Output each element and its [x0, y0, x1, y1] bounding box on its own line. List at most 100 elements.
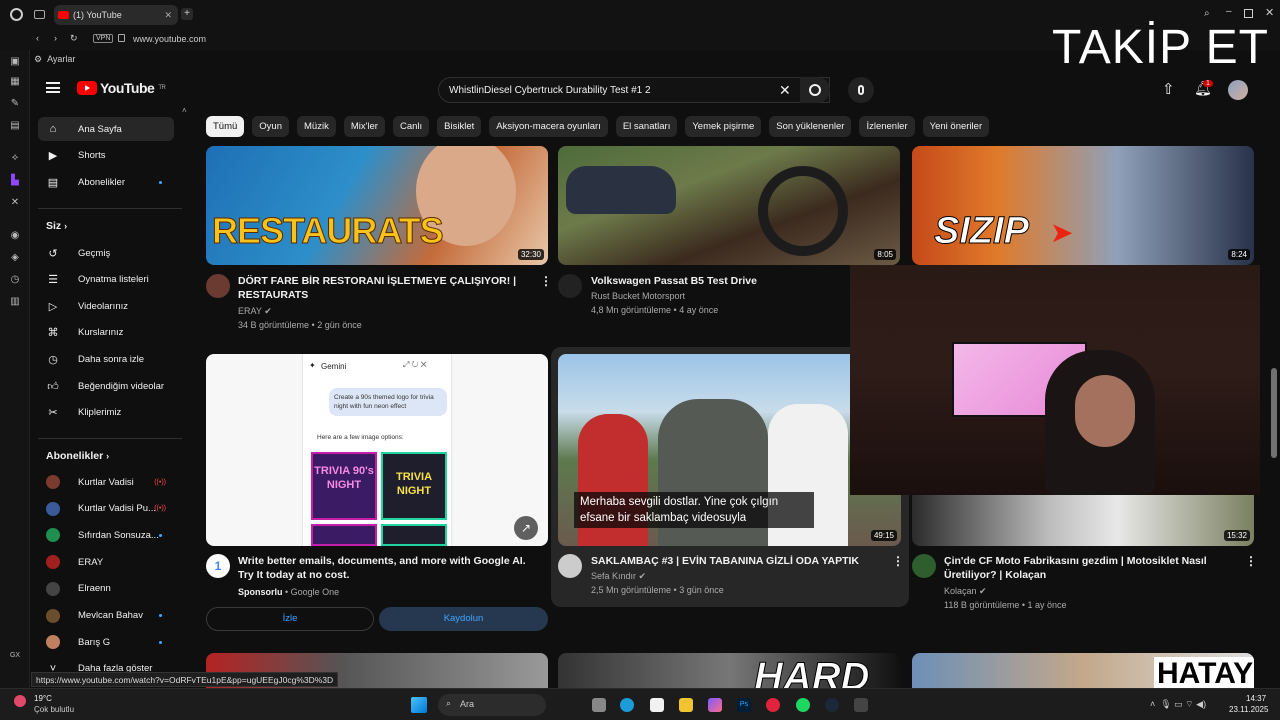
guide-item[interactable]: ↺ Geçmiş	[38, 241, 174, 265]
opera-logo-icon[interactable]	[10, 8, 23, 21]
filter-chip[interactable]: Yeni öneriler	[922, 116, 990, 137]
channel-avatar[interactable]	[558, 274, 582, 298]
filter-chip[interactable]: Canlı	[392, 116, 430, 137]
filter-chip[interactable]: El sanatları	[615, 116, 678, 137]
minimize-icon[interactable]: –	[1226, 6, 1232, 17]
video-thumbnail[interactable]: 15:32	[912, 494, 1254, 546]
subscription-item[interactable]: Barış G	[38, 630, 174, 654]
taskbar-search[interactable]: ⌕ Ara	[438, 694, 546, 716]
guide-item[interactable]: ⌘ Kurslarınız	[38, 321, 174, 345]
filter-chip[interactable]: İzlenenler	[859, 116, 915, 137]
guide-item[interactable]: ✂ Kliplerimiz	[38, 401, 174, 425]
clear-search-icon[interactable]: ✕	[779, 82, 791, 99]
ad-thumbnail[interactable]: Gemini ✦ ⤢ ↻ ✕ Create a 90s themed logo …	[206, 354, 548, 546]
channel-avatar[interactable]	[558, 554, 582, 578]
filter-chip[interactable]: Bisiklet	[437, 116, 482, 137]
menu-icon[interactable]	[46, 82, 60, 93]
close-window-icon[interactable]: ✕	[1265, 6, 1274, 19]
channel-name[interactable]: Rust Bucket Motorsport	[591, 289, 685, 303]
url-text[interactable]: www.youtube.com	[133, 34, 206, 44]
filter-chip[interactable]: Son yüklenenler	[769, 116, 852, 137]
copilot-icon[interactable]	[708, 698, 722, 712]
sidebar-edit-icon[interactable]: ✎	[9, 98, 21, 110]
sidebar-cube-icon[interactable]: ◈	[9, 252, 21, 264]
page-scrollbar[interactable]	[1271, 368, 1277, 458]
channel-name[interactable]: Kolaçan ✔	[944, 584, 987, 598]
vpn-badge[interactable]: VPN	[93, 34, 114, 43]
sidebar-tabs-icon[interactable]: ▤	[9, 120, 21, 132]
ad-watch-button[interactable]: İzle	[206, 607, 374, 631]
video-thumbnail[interactable]: RESTAURATS 32:30	[206, 146, 548, 265]
photoshop-icon[interactable]: Ps	[737, 698, 751, 712]
voice-search-button[interactable]	[848, 77, 874, 103]
forward-icon[interactable]: ›	[54, 33, 57, 43]
tab-manager-icon[interactable]	[34, 10, 45, 19]
weather-temp[interactable]: 19°C	[34, 694, 52, 703]
youtube-logo[interactable]: YouTube TR	[77, 80, 166, 96]
maximize-icon[interactable]	[1244, 9, 1253, 18]
filter-chip[interactable]: Aksiyon-macera oyunları	[489, 116, 608, 137]
x-icon[interactable]: ✕	[9, 197, 21, 209]
tab-close-icon[interactable]: ✕	[164, 10, 172, 21]
clock-date[interactable]: 23.11.2025	[1229, 705, 1268, 714]
settings-row[interactable]: ⚙ Ayarlar	[30, 52, 75, 66]
video-thumbnail[interactable]: 8:05	[558, 146, 900, 265]
guide-item[interactable]: ▤ Abonelikler	[38, 170, 174, 194]
subscription-item[interactable]: Mevlcan Bahav	[38, 604, 174, 628]
edge-icon[interactable]	[620, 698, 634, 712]
guide-item[interactable]: ☰ Oynatma listeleri	[38, 268, 174, 292]
more-options-icon[interactable]: ⋮	[540, 274, 552, 288]
guide-item[interactable]: ⌂ Ana Sayfa	[38, 117, 174, 141]
filter-chip[interactable]: Müzik	[297, 116, 336, 137]
ad-title[interactable]: Write better emails, documents, and more…	[238, 554, 534, 582]
more-options-icon[interactable]: ⋮	[1245, 554, 1257, 568]
windows-start-icon[interactable]	[411, 697, 427, 713]
tray-icons[interactable]: ˄ 🎙︎ ▭ ⌔ ◀︎)	[1150, 699, 1206, 710]
sidebar-eye-icon[interactable]: ◉	[9, 230, 21, 242]
filter-chip[interactable]: Mix'ler	[343, 116, 385, 137]
opera-gx-icon[interactable]	[766, 698, 780, 712]
sidebar-home-icon[interactable]: ▣	[9, 56, 21, 68]
subscription-item[interactable]: ERAY	[38, 550, 174, 574]
spotify-icon[interactable]	[796, 698, 810, 712]
video-title[interactable]: Çin'de CF Moto Fabrikasını gezdim | Moto…	[944, 554, 1234, 582]
video-thumbnail[interactable]: HARD	[558, 653, 900, 688]
filter-chip[interactable]: Oyun	[252, 116, 290, 137]
subscription-item[interactable]: Sıfırdan Sonsuza...	[38, 523, 174, 547]
video-title[interactable]: Volkswagen Passat B5 Test Drive	[591, 274, 841, 288]
explorer-icon[interactable]	[679, 698, 693, 712]
video-title[interactable]: DÖRT FARE BİR RESTORANI İŞLETMEYE ÇALIŞI…	[238, 274, 528, 302]
sidebar-box-icon[interactable]: ▥	[9, 296, 21, 308]
channel-name[interactable]: ERAY ✔	[238, 304, 272, 318]
browser-tab-youtube[interactable]: (1) YouTube ✕	[54, 5, 178, 25]
external-link-icon[interactable]: ↗	[514, 516, 538, 540]
back-icon[interactable]: ‹	[36, 33, 39, 43]
search-input[interactable]: WhistlinDiesel Cybertruck Durability Tes…	[438, 77, 830, 103]
twitch-icon[interactable]: ▙	[9, 175, 21, 187]
guide-item[interactable]: ▷ Videolarınız	[38, 294, 174, 318]
sidebar-clock-icon[interactable]: ◷	[9, 274, 21, 286]
task-view-icon[interactable]	[592, 698, 606, 712]
browser-search-icon[interactable]: ⌕	[1204, 8, 1210, 19]
video-title[interactable]: SAKLAMBAÇ #3 | EVİN TABANINA GİZLİ ODA Y…	[591, 554, 876, 568]
guide-item[interactable]: 👍︎ Beğendiğim videolar	[38, 374, 174, 398]
reload-icon[interactable]: ↻	[70, 33, 78, 44]
more-options-icon[interactable]: ⋮	[892, 554, 904, 568]
subscription-item[interactable]: Kurtlar Vadisi ((•))	[38, 470, 174, 494]
sidebar-ai-icon[interactable]: ⟡	[9, 152, 21, 164]
google-one-avatar[interactable]: 1	[206, 554, 230, 578]
guide-section-subscriptions[interactable]: Abonelikler ›	[46, 450, 109, 462]
guide-item[interactable]: ▶ Shorts	[38, 144, 174, 168]
search-button[interactable]	[800, 77, 830, 103]
video-thumbnail[interactable]: HATAY	[912, 653, 1254, 688]
video-thumbnail[interactable]: SIZIP ➤ 8:24	[912, 146, 1254, 265]
clock-time[interactable]: 14:37	[1246, 694, 1266, 703]
ad-signup-button[interactable]: Kaydolun	[379, 607, 548, 631]
store-icon[interactable]	[650, 698, 664, 712]
new-tab-button[interactable]: +	[181, 8, 193, 20]
filter-chip[interactable]: Tümü	[206, 116, 245, 137]
subscription-item[interactable]: Kurtlar Vadisi Pu... ((•))	[38, 497, 174, 521]
guide-item[interactable]: ◷ Daha sonra izle	[38, 347, 174, 371]
filter-chip[interactable]: Yemek pişirme	[685, 116, 762, 137]
channel-avatar[interactable]	[912, 554, 936, 578]
